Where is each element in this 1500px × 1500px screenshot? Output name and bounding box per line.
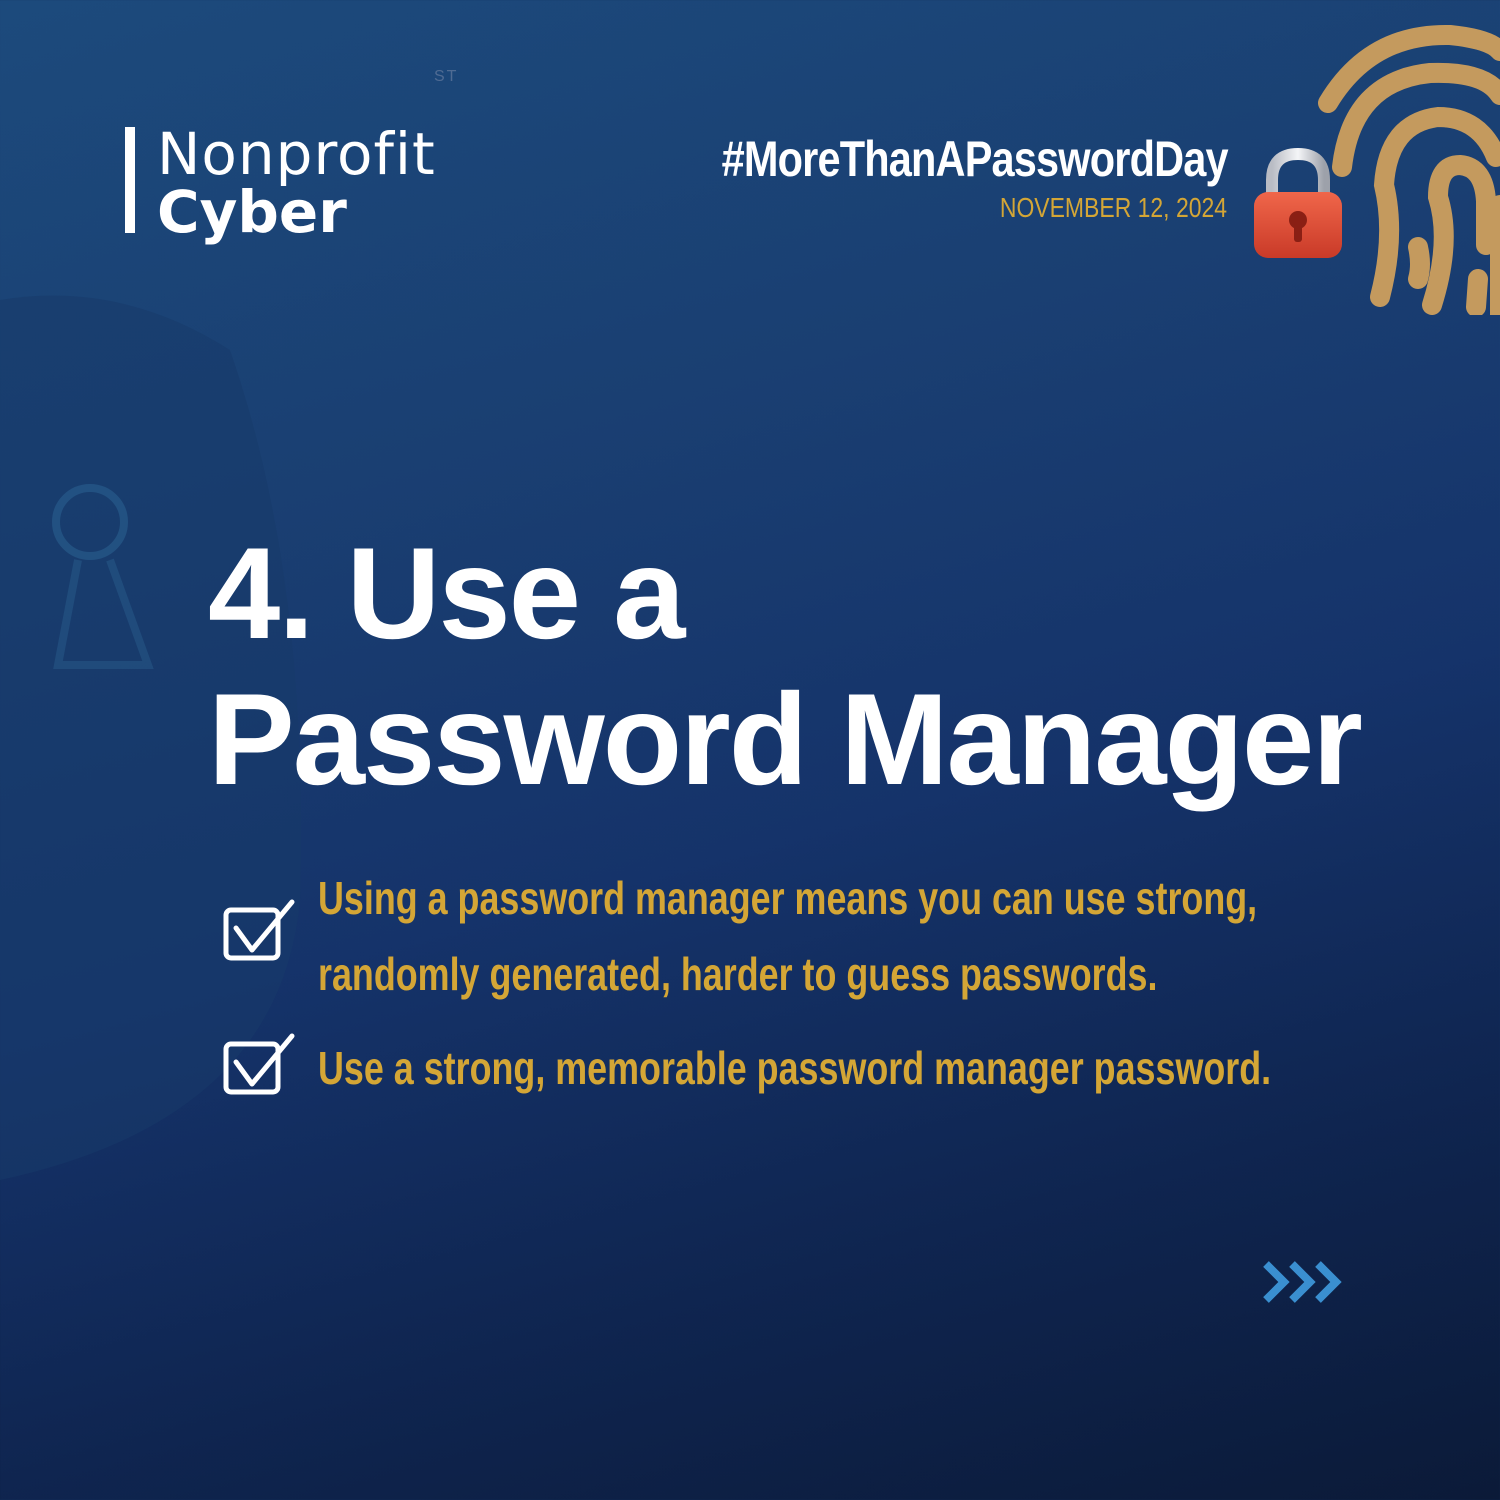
tip-text: Use a strong, memorable password manager… bbox=[318, 1042, 1272, 1094]
keyhole-icon bbox=[52, 484, 154, 669]
faint-background-mark: ST bbox=[434, 68, 459, 85]
next-arrows-icon[interactable] bbox=[1262, 1260, 1352, 1304]
title-line1: 4. Use a bbox=[208, 520, 685, 666]
campaign-date: NOVEMBER 12, 2024 bbox=[999, 192, 1227, 223]
campaign-hashtag: #MoreThanAPasswordDay bbox=[721, 131, 1229, 187]
padlock-icon bbox=[1254, 148, 1342, 258]
list-item: Use a strong, memorable password manager… bbox=[222, 1030, 1500, 1106]
tips-list: Using a password manager means you can u… bbox=[222, 860, 1500, 1124]
logo-text-line2: Cyber bbox=[157, 178, 347, 246]
page-title: 4. Use a Password Manager bbox=[208, 520, 1363, 812]
title-line2: Password Manager bbox=[208, 666, 1363, 812]
checkbox-check-icon bbox=[223, 1033, 295, 1095]
tip-text: Using a password manager means you can u… bbox=[318, 872, 1258, 1000]
list-item: Using a password manager means you can u… bbox=[222, 860, 1500, 1012]
checkbox-check-icon bbox=[223, 899, 295, 961]
logo-bar bbox=[125, 127, 135, 233]
